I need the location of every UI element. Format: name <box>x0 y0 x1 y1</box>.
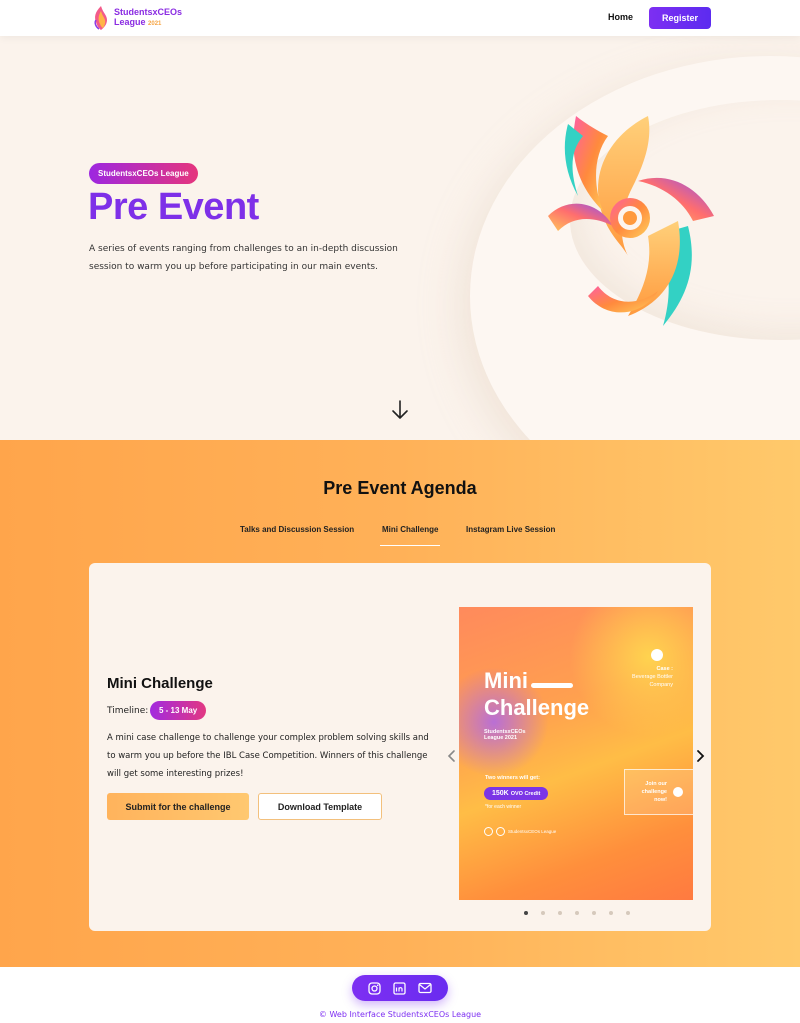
league-emblem-icon <box>548 116 714 326</box>
tab-instagram-live[interactable]: Instagram Live Session <box>466 524 555 546</box>
card-title: Mini Challenge <box>107 675 213 692</box>
poster-accent-bar <box>531 683 573 688</box>
footer: © Web Interface StudentsxCEOs League <box>0 967 800 1023</box>
briefcase-icon <box>651 649 663 661</box>
poster-social-handle: StudentsxCEOs League <box>508 829 557 834</box>
timeline-label: Timeline: <box>107 706 149 716</box>
carousel-next-icon[interactable] <box>695 749 705 763</box>
poster-winners: Two winners will get: <box>485 775 540 781</box>
carousel-dot[interactable] <box>541 911 545 915</box>
poster-case-label: Case : <box>656 666 673 672</box>
poster-logo: StudentsxCEOs League 2021 <box>484 729 526 741</box>
arrow-right-icon <box>673 787 683 797</box>
flame-logo-icon <box>94 6 107 30</box>
poster-credit-label: OVO Credit <box>510 791 541 797</box>
instagram-icon[interactable] <box>368 981 381 995</box>
hero-section: StudentsxCEOs League Pre Event A series … <box>0 36 800 440</box>
top-navbar: StudentsxCEOs League 2021 Home Register <box>0 0 800 36</box>
card-description: A mini case challenge to challenge your … <box>107 733 429 779</box>
social-links <box>352 975 448 1001</box>
poster-credit-amount: 150K <box>492 790 509 797</box>
logo-sub: League <box>114 17 146 27</box>
challenge-poster[interactable]: Mini Challenge Case : Beverage Bottler C… <box>459 607 693 900</box>
instagram-icon <box>484 827 493 836</box>
poster-join-text: Join our challenge now! <box>641 781 667 803</box>
logo-name: StudentsxCEOs <box>114 7 183 17</box>
page-title: Pre Event <box>88 186 259 228</box>
scroll-down-arrow-icon[interactable] <box>391 400 409 420</box>
poster-logo-line2: League 2021 <box>484 735 518 741</box>
carousel-dot[interactable] <box>592 911 596 915</box>
linkedin-icon <box>496 827 505 836</box>
agenda-section: Pre Event Agenda Talks and Discussion Se… <box>0 440 800 967</box>
poster-social: StudentsxCEOs League <box>484 827 556 836</box>
carousel-prev-icon[interactable] <box>447 749 457 763</box>
poster-credit-badge: 150K OVO Credit <box>484 787 549 800</box>
site-logo[interactable]: StudentsxCEOs League 2021 <box>92 5 182 31</box>
carousel-dot[interactable] <box>626 911 630 915</box>
copyright-text: © Web Interface StudentsxCEOs League <box>318 1010 482 1019</box>
carousel-dot[interactable] <box>524 911 528 915</box>
carousel-dots <box>524 911 630 915</box>
register-button[interactable]: Register <box>649 7 711 29</box>
agenda-card: Mini Challenge Timeline: 5 - 13 May A mi… <box>89 563 711 931</box>
tab-mini-challenge[interactable]: Mini Challenge <box>380 524 441 546</box>
logo-year: 2021 <box>148 21 162 27</box>
poster-title-line2: Challenge <box>484 695 590 720</box>
carousel-dot[interactable] <box>609 911 613 915</box>
poster-each-winner: *for each winner <box>485 804 522 810</box>
download-template-button[interactable]: Download Template <box>258 793 382 820</box>
agenda-tabs: Talks and Discussion Session Mini Challe… <box>0 524 800 546</box>
carousel-dot[interactable] <box>558 911 562 915</box>
poster-case-value: Beverage Bottler Company <box>632 674 673 688</box>
poster-title-line1: Mini <box>484 668 528 693</box>
submit-challenge-button[interactable]: Submit for the challenge <box>107 793 249 820</box>
poster-join-box: Join our challenge now! <box>624 769 693 815</box>
agenda-title: Pre Event Agenda <box>323 478 477 498</box>
linkedin-icon[interactable] <box>393 981 406 995</box>
nav-home-link[interactable]: Home <box>608 12 633 22</box>
logo-text: StudentsxCEOs League 2021 <box>114 7 182 29</box>
mail-icon[interactable] <box>418 982 432 994</box>
tab-talks-discussion[interactable]: Talks and Discussion Session <box>240 524 354 546</box>
timeline-badge: 5 - 13 May <box>150 701 207 720</box>
poster-case: Case : Beverage Bottler Company <box>629 665 673 689</box>
carousel-dot[interactable] <box>575 911 579 915</box>
hero-description: A series of events ranging from challeng… <box>89 244 398 272</box>
poster-title: Mini Challenge <box>484 667 589 721</box>
hero-badge: StudentsxCEOs League <box>89 163 198 184</box>
